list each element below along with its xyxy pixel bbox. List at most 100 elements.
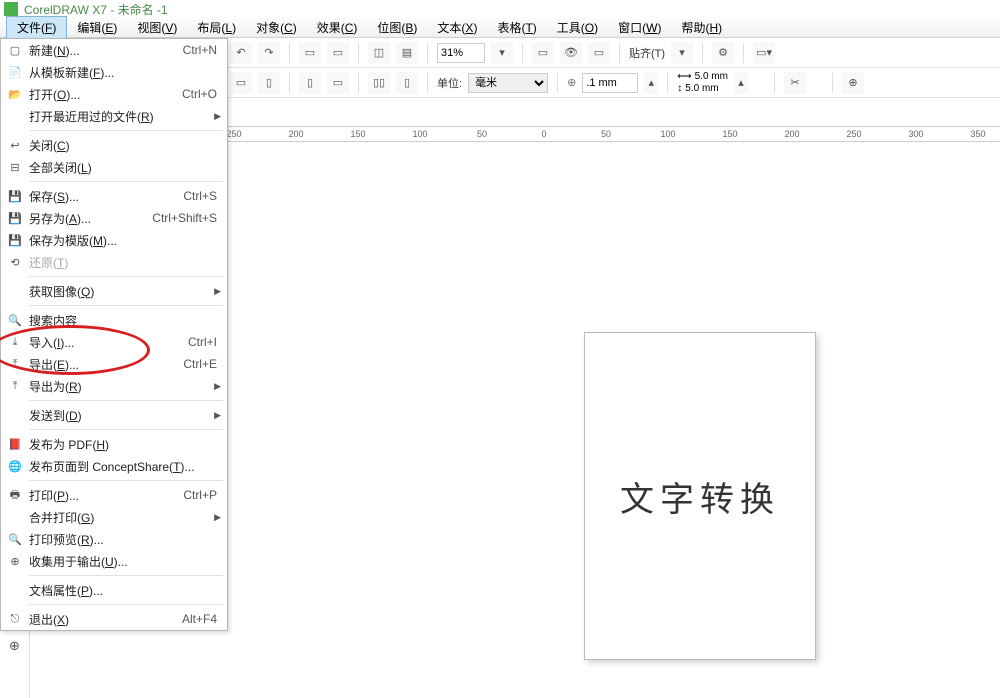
file-menu-item[interactable]: ⤓导入(I)...Ctrl+I xyxy=(1,331,227,353)
file-menu-item[interactable]: 🌐发布页面到 ConceptShare(T)... xyxy=(1,455,227,477)
ruler-tick: 50 xyxy=(601,129,611,139)
redo-button[interactable]: ↷ xyxy=(258,42,280,64)
menu-c[interactable]: 效果(C) xyxy=(307,17,368,38)
menu-item-label: 从模板新建(F)... xyxy=(29,64,217,81)
eye-button[interactable]: 👁 xyxy=(560,42,582,64)
page-border-button[interactable]: ▭ xyxy=(532,42,554,64)
menu-item-shortcut: Ctrl+O xyxy=(182,87,217,101)
file-menu-item[interactable]: ⎋退出(X)Alt+F4 xyxy=(1,608,227,630)
tool-add[interactable]: ⊕ xyxy=(4,635,26,657)
menu-item-shortcut: Ctrl+Shift+S xyxy=(152,211,217,225)
file-menu-item[interactable]: 打开最近用过的文件(R)▶ xyxy=(1,105,227,127)
menu-f[interactable]: 文件(F) xyxy=(6,16,67,39)
menu-item-label: 合并打印(G) xyxy=(29,509,217,526)
menu-item-label: 全部关闭(L) xyxy=(29,159,217,176)
ruler-tick: 100 xyxy=(660,129,675,139)
file-menu-item[interactable]: 📂打开(O)...Ctrl+O xyxy=(1,83,227,105)
menu-o[interactable]: 工具(O) xyxy=(547,17,608,38)
menu-w[interactable]: 窗口(W) xyxy=(608,17,671,38)
single-page-button[interactable]: ▯ xyxy=(396,72,418,94)
file-menu-item[interactable]: 📄从模板新建(F)... xyxy=(1,61,227,83)
print-icon: 🖶 xyxy=(7,487,23,503)
savet-icon: 💾 xyxy=(7,232,23,248)
file-menu-item[interactable]: 💾保存(S)...Ctrl+S xyxy=(1,185,227,207)
landscape-button[interactable]: ▭ xyxy=(327,72,349,94)
menu-l[interactable]: 布局(L) xyxy=(187,17,246,38)
show-button[interactable]: ▤ xyxy=(396,42,418,64)
file-menu-item[interactable]: 🖶打印(P)...Ctrl+P xyxy=(1,484,227,506)
file-menu-item[interactable]: 🔍打印预览(R)... xyxy=(1,528,227,550)
menu-bar: 文件(F)编辑(E)视图(V)布局(L)对象(C)效果(C)位图(B)文本(X)… xyxy=(0,18,1000,38)
pages-button[interactable]: ▯▯ xyxy=(368,72,390,94)
tb2-btn1[interactable]: ▭ xyxy=(230,72,252,94)
file-menu-item[interactable]: ↩关闭(C) xyxy=(1,134,227,156)
search-icon: 🔍 xyxy=(7,312,23,328)
nudge-icon: ⊕ xyxy=(567,76,576,89)
file-menu-item[interactable]: 💾 另存为(A)...Ctrl+Shift+S xyxy=(1,207,227,229)
page-text-content[interactable]: 文字转换 xyxy=(620,472,780,521)
file-menu-item[interactable]: ⤒导出(E)...Ctrl+E xyxy=(1,353,227,375)
file-menu-item[interactable]: 🔍搜索内容 xyxy=(1,309,227,331)
target-button[interactable]: ⊕ xyxy=(842,72,864,94)
saveas-icon: 💾 xyxy=(7,210,23,226)
menu-item-label: 发布为 PDF(H) xyxy=(29,436,217,453)
page-button[interactable]: ▭ xyxy=(299,42,321,64)
picker-button[interactable]: ◫ xyxy=(368,42,390,64)
menu-item-label: 导出(E)... xyxy=(29,356,183,373)
ruler-tick: 200 xyxy=(288,129,303,139)
horizontal-ruler: 25020015010050050100150200250300350 xyxy=(228,126,1000,142)
file-menu-item[interactable]: ⊟全部关闭(L) xyxy=(1,156,227,178)
revert-icon: ⟲ xyxy=(7,254,23,270)
tb2-btn2[interactable]: ▯ xyxy=(258,72,280,94)
menu-c[interactable]: 对象(C) xyxy=(246,17,307,38)
blank-icon xyxy=(7,509,23,525)
file-menu-item[interactable]: 📕 发布为 PDF(H) xyxy=(1,433,227,455)
submenu-arrow-icon: ▶ xyxy=(214,410,221,421)
menu-e[interactable]: 编辑(E) xyxy=(67,17,127,38)
file-menu-item[interactable]: 💾保存为模版(M)... xyxy=(1,229,227,251)
file-menu-item[interactable]: ⊕收集用于输出(U)... xyxy=(1,550,227,572)
menu-b[interactable]: 位图(B) xyxy=(367,17,427,38)
units-label: 单位: xyxy=(437,75,462,91)
menu-item-label: 收集用于输出(U)... xyxy=(29,553,217,570)
snap-label[interactable]: 贴齐(T) xyxy=(629,45,665,61)
new-icon: ▢ xyxy=(7,42,23,58)
zoom-dropdown[interactable]: ▾ xyxy=(491,42,513,64)
menu-item-label: 另存为(A)... xyxy=(29,210,152,227)
menu-t[interactable]: 表格(T) xyxy=(487,17,546,38)
portrait-button[interactable]: ▯ xyxy=(299,72,321,94)
menu-v[interactable]: 视图(V) xyxy=(127,17,187,38)
ruler-tick: 150 xyxy=(350,129,365,139)
document-page[interactable]: 文字转换 xyxy=(584,332,816,660)
menu-item-shortcut: Alt+F4 xyxy=(182,612,217,626)
page2-button[interactable]: ▭ xyxy=(327,42,349,64)
menu-item-shortcut: Ctrl+E xyxy=(183,357,217,371)
units-select[interactable]: 毫米 xyxy=(468,73,548,93)
nudge-spin[interactable]: ▴ xyxy=(644,72,658,94)
snap-dropdown[interactable]: ▾ xyxy=(671,42,693,64)
file-menu-item[interactable]: ⤒导出为(R)▶ xyxy=(1,375,227,397)
menu-h[interactable]: 帮助(H) xyxy=(671,17,732,38)
exportas-icon: ⤒ xyxy=(7,378,23,394)
file-menu-dropdown: ▢新建(N)...Ctrl+N📄从模板新建(F)...📂打开(O)...Ctrl… xyxy=(0,38,228,631)
file-menu-item[interactable]: 获取图像(Q)▶ xyxy=(1,280,227,302)
launch-button[interactable]: ▭▾ xyxy=(753,42,775,64)
menu-item-label: 导出为(R) xyxy=(29,378,217,395)
file-menu-item[interactable]: 文档属性(P)... xyxy=(1,579,227,601)
menu-item-label: 新建(N)... xyxy=(29,42,183,59)
ruler-button[interactable]: ▭ xyxy=(588,42,610,64)
title-bar: CorelDRAW X7 - 未命名 -1 xyxy=(0,0,1000,18)
menu-x[interactable]: 文本(X) xyxy=(427,17,487,38)
ruler-tick: 250 xyxy=(226,129,241,139)
blank-icon xyxy=(7,582,23,598)
zoom-input[interactable] xyxy=(437,43,485,63)
pdf-icon: 📕 xyxy=(7,436,23,452)
undo-button[interactable]: ↶ xyxy=(230,42,252,64)
file-menu-item[interactable]: 合并打印(G)▶ xyxy=(1,506,227,528)
file-menu-item[interactable]: 发送到(D)▶ xyxy=(1,404,227,426)
nudge-input[interactable] xyxy=(582,73,638,93)
options-button[interactable]: ⚙ xyxy=(712,42,734,64)
crop-button[interactable]: ✂ xyxy=(784,72,806,94)
file-menu-item[interactable]: ▢新建(N)...Ctrl+N xyxy=(1,39,227,61)
dim-spin[interactable]: ▴ xyxy=(734,72,748,94)
